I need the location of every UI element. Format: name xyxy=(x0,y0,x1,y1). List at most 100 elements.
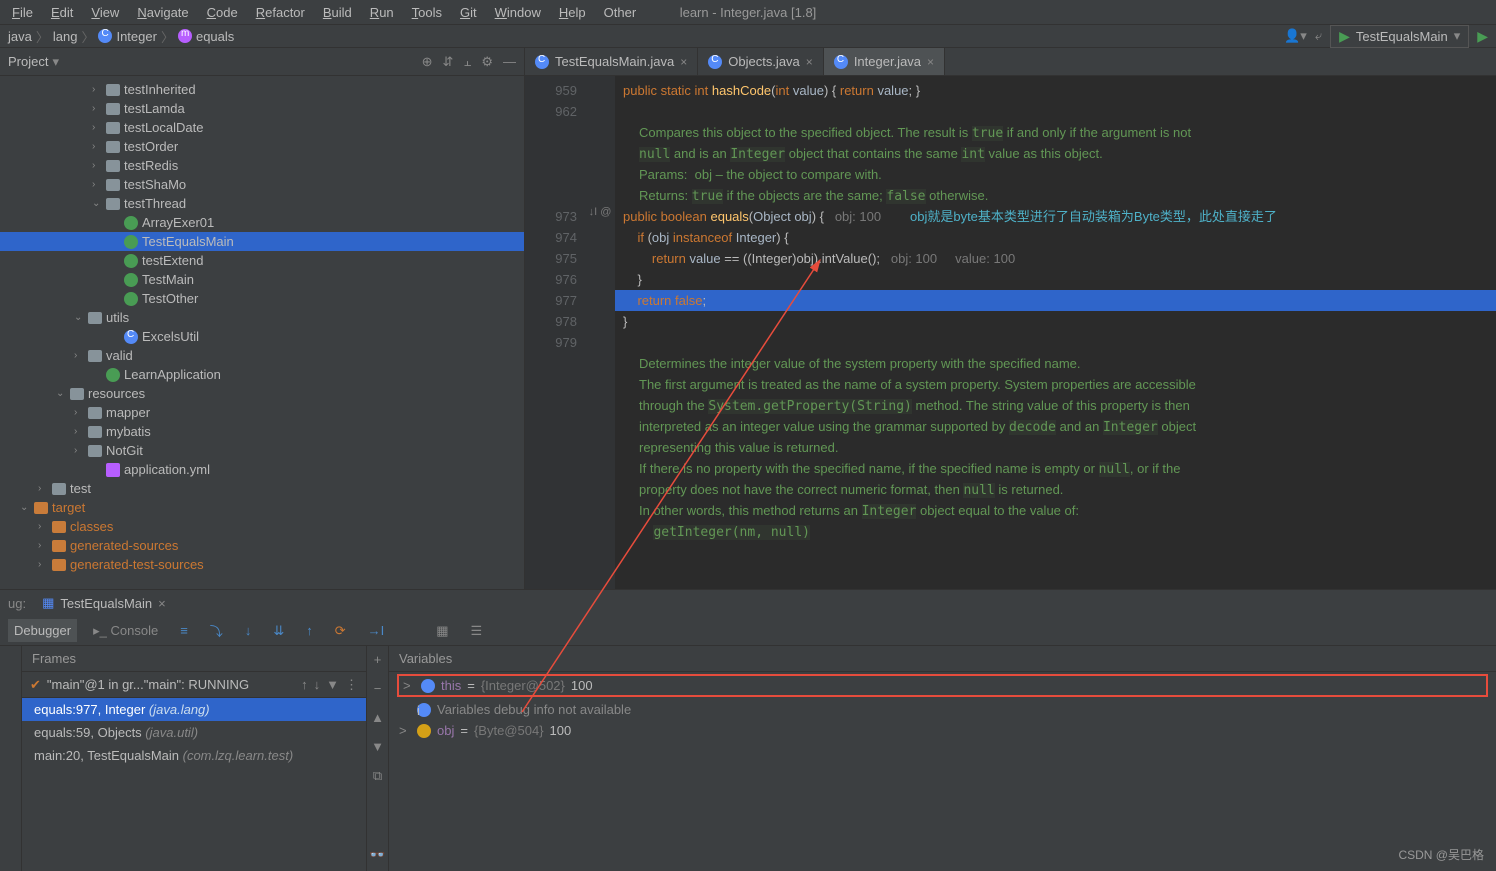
prev-icon[interactable]: ↑ xyxy=(301,677,308,692)
menu-view[interactable]: View xyxy=(83,2,127,23)
console-tab[interactable]: ▸_ Console xyxy=(87,619,164,643)
tree-node[interactable]: LearnApplication xyxy=(0,365,524,384)
more-icon[interactable]: ⋮ xyxy=(345,677,358,693)
menu-build[interactable]: Build xyxy=(315,2,360,23)
locate-icon[interactable]: ⊕ xyxy=(422,54,433,70)
up-icon[interactable]: ▲ xyxy=(371,710,384,725)
copy-icon[interactable]: ⧉ xyxy=(373,768,382,784)
gutter-marks: ↓I @ xyxy=(585,76,615,589)
breadcrumb-class[interactable]: Integer xyxy=(98,29,156,44)
step-over-icon[interactable]: ⤵ xyxy=(204,617,229,644)
close-icon[interactable]: × xyxy=(927,55,934,69)
tree-node[interactable]: ArrayExer01 xyxy=(0,213,524,232)
next-icon[interactable]: ↓ xyxy=(314,677,321,692)
chevron-down-icon[interactable]: ▾ xyxy=(52,54,59,70)
menu-edit[interactable]: Edit xyxy=(43,2,81,23)
tree-node[interactable]: ⌄testThread xyxy=(0,194,524,213)
editor-tab[interactable]: Integer.java× xyxy=(824,48,945,75)
menu-navigate[interactable]: Navigate xyxy=(129,2,196,23)
close-icon[interactable]: × xyxy=(680,55,687,69)
code-area[interactable]: public static int hashCode(int value) { … xyxy=(615,76,1496,589)
drop-frame-icon[interactable]: ⟳ xyxy=(329,619,352,643)
tree-node[interactable]: ›mybatis xyxy=(0,422,524,441)
tree-node[interactable]: TestMain xyxy=(0,270,524,289)
menu-window[interactable]: Window xyxy=(487,2,549,23)
project-tree[interactable]: ›testInherited›testLamda›testLocalDate›t… xyxy=(0,76,524,589)
menu-tools[interactable]: Tools xyxy=(404,2,450,23)
tree-node[interactable]: ›testRedis xyxy=(0,156,524,175)
breadcrumb-method[interactable]: equals xyxy=(178,29,234,44)
menu-file[interactable]: File xyxy=(4,2,41,23)
thread-selector[interactable]: ✔ "main"@1 in gr..."main": RUNNING ↑ ↓ ▼… xyxy=(22,672,366,698)
tree-node[interactable]: ›testLamda xyxy=(0,99,524,118)
tree-node[interactable]: ›testInherited xyxy=(0,80,524,99)
down-icon[interactable]: ▼ xyxy=(371,739,384,754)
tree-node[interactable]: testExtend xyxy=(0,251,524,270)
tree-node[interactable]: ›test xyxy=(0,479,524,498)
user-icon[interactable]: 👤▾ xyxy=(1284,28,1307,44)
tree-node[interactable]: application.yml xyxy=(0,460,524,479)
menu-refactor[interactable]: Refactor xyxy=(248,2,313,23)
tree-node[interactable]: ExcelsUtil xyxy=(0,327,524,346)
editor-tab[interactable]: Objects.java× xyxy=(698,48,824,75)
expand-icon[interactable]: ⇵ xyxy=(443,54,454,70)
class-icon xyxy=(98,29,112,43)
variable-row[interactable]: iVariables debug info not available xyxy=(389,699,1496,720)
menu-code[interactable]: Code xyxy=(199,2,246,23)
tree-node[interactable]: ›valid xyxy=(0,346,524,365)
glasses-icon[interactable]: 👓 xyxy=(369,847,385,863)
trace-icon[interactable]: ☰ xyxy=(465,619,489,643)
breadcrumb-root[interactable]: java xyxy=(8,29,32,44)
tree-node[interactable]: ›generated-sources xyxy=(0,536,524,555)
add-watch-icon[interactable]: + xyxy=(374,652,382,667)
tree-node[interactable]: TestEqualsMain xyxy=(0,232,524,251)
stack-frame[interactable]: main:20, TestEqualsMain (com.lzq.learn.t… xyxy=(22,744,366,767)
debugger-tab[interactable]: Debugger xyxy=(8,619,77,642)
close-icon[interactable]: × xyxy=(806,55,813,69)
editor-tab[interactable]: TestEqualsMain.java× xyxy=(525,48,698,75)
gutter: 959962973974975976977978979 xyxy=(525,76,585,589)
run-configuration[interactable]: ▶ TestEqualsMain ▾ xyxy=(1330,25,1469,48)
method-icon xyxy=(178,29,192,43)
menu-run[interactable]: Run xyxy=(362,2,402,23)
menubar: FileEditViewNavigateCodeRefactorBuildRun… xyxy=(0,0,1496,24)
tree-node[interactable]: TestOther xyxy=(0,289,524,308)
step-out-icon[interactable]: ↑ xyxy=(300,619,319,642)
breadcrumb-pkg[interactable]: lang xyxy=(53,29,78,44)
tree-node[interactable]: ⌄resources xyxy=(0,384,524,403)
step-into-icon[interactable]: ↓ xyxy=(239,619,258,642)
tree-node[interactable]: ›generated-test-sources xyxy=(0,555,524,574)
force-step-into-icon[interactable]: ⇊ xyxy=(267,619,290,643)
watermark: CSDN @吴巴格 xyxy=(1398,846,1484,863)
filter-icon[interactable]: ▼ xyxy=(326,677,339,692)
debug-tab[interactable]: ▦ TestEqualsMain × xyxy=(34,592,174,614)
gear-icon[interactable]: ⚙ xyxy=(481,54,493,70)
remove-watch-icon[interactable]: − xyxy=(374,681,382,696)
project-title[interactable]: Project xyxy=(8,54,48,69)
tree-node[interactable]: ⌄utils xyxy=(0,308,524,327)
tree-node[interactable]: ›testShaMo xyxy=(0,175,524,194)
close-icon[interactable]: × xyxy=(158,596,166,611)
menu-git[interactable]: Git xyxy=(452,2,485,23)
evaluate-icon[interactable]: ▦ xyxy=(430,619,454,643)
tree-node[interactable]: ›NotGit xyxy=(0,441,524,460)
git-branch-icon[interactable]: ⤶ xyxy=(1315,28,1322,44)
variable-row[interactable]: >this = {Integer@502} 100 xyxy=(397,674,1488,697)
stack-frame[interactable]: equals:977, Integer (java.lang) xyxy=(22,698,366,721)
hide-icon[interactable]: — xyxy=(503,54,516,70)
run-button[interactable]: ▶ xyxy=(1477,28,1488,45)
tree-node[interactable]: ⌄target xyxy=(0,498,524,517)
tree-node[interactable]: ›testLocalDate xyxy=(0,118,524,137)
run-to-cursor-icon[interactable]: →I xyxy=(362,619,391,642)
menu-help[interactable]: Help xyxy=(551,2,594,23)
tree-node[interactable]: ›classes xyxy=(0,517,524,536)
collapse-icon[interactable]: ⫠ xyxy=(463,54,471,70)
variable-row[interactable]: >obj = {Byte@504} 100 xyxy=(389,720,1496,741)
tree-node[interactable]: ›testOrder xyxy=(0,137,524,156)
breadcrumb: java 〉 lang 〉 Integer 〉 equals 👤▾ ⤶ ▶ Te… xyxy=(0,24,1496,48)
editor[interactable]: 959962973974975976977978979 ↓I @ public … xyxy=(525,76,1496,589)
threads-icon[interactable]: ≡ xyxy=(174,619,194,642)
tree-node[interactable]: ›mapper xyxy=(0,403,524,422)
stack-frame[interactable]: equals:59, Objects (java.util) xyxy=(22,721,366,744)
menu-other[interactable]: Other xyxy=(596,2,645,23)
